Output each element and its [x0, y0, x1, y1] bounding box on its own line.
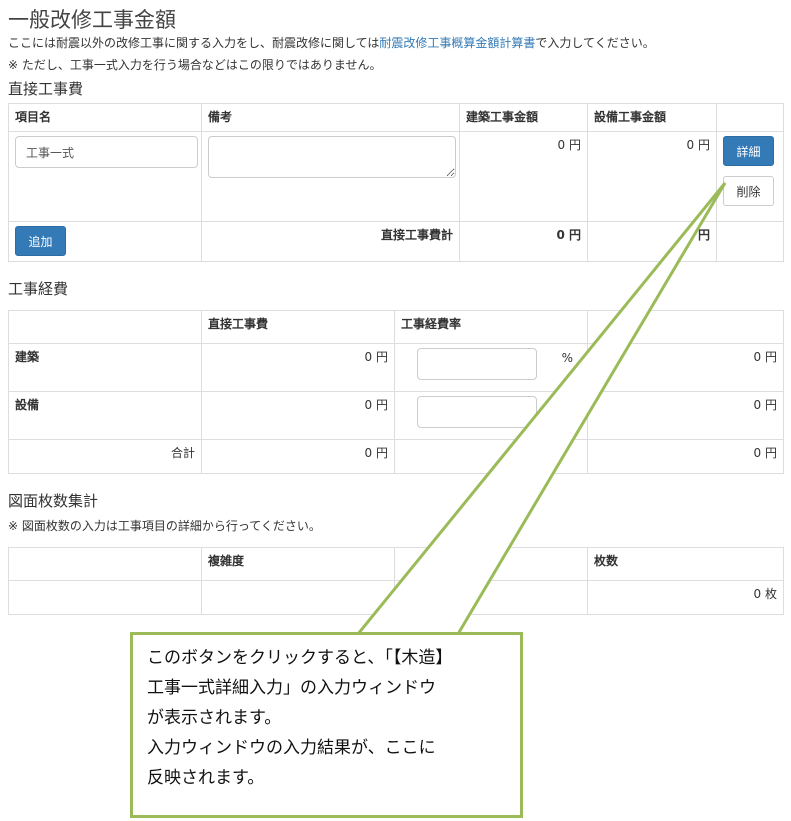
detail-button[interactable]: 詳細 — [723, 136, 774, 166]
direct-cost-total-row: 追加 直接工事費計 0 円 0 円 — [8, 221, 784, 262]
callout-box: このボタンをクリックすると、「【木造】 工事一式詳細入力」の入力ウィンドウ が表… — [130, 632, 523, 818]
seismic-calculation-link[interactable]: 耐震改修工事概算金額計算書 — [379, 36, 535, 50]
item-name-input[interactable] — [15, 136, 198, 168]
expenses-total-direct: 0 円 — [201, 439, 395, 474]
direct-cost-table: 項目名 備考 建築工事金額 設備工事金額 0 円 0 円 詳細 削除 追加 直 — [8, 103, 784, 262]
col-complexity: 複雑度 — [201, 547, 395, 581]
col-sheet-count: 枚数 — [587, 547, 784, 581]
expenses-table: 直接工事費 工事経費率 建築 0 円 % 0 円 設備 0 円 % 0 円 合計… — [8, 310, 784, 474]
callout-line: が表示されます。 — [147, 708, 282, 728]
building-expense-amount: 0 円 — [587, 343, 784, 392]
intro-note-before: ここには耐震以外の改修工事に関する入力をし、耐震改修に関しては — [8, 36, 380, 50]
drawings-note: ※ 図面枚数の入力は工事項目の詳細から行ってください。 — [8, 519, 321, 533]
delete-button[interactable]: 削除 — [723, 176, 774, 206]
sheet-count: 0 枚 — [587, 580, 784, 615]
col-remarks: 備考 — [201, 103, 460, 132]
col-empty — [8, 547, 202, 581]
intro-note: ここには耐震以外の改修工事に関する入力をし、耐震改修に関しては耐震改修工事概算金… — [8, 32, 783, 54]
col-actions — [716, 103, 784, 132]
direct-cost-total-label: 直接工事費計 — [201, 221, 460, 262]
direct-cost-header-row: 項目名 備考 建築工事金額 設備工事金額 — [8, 103, 784, 132]
col-expense-rate: 工事経費率 — [394, 310, 588, 344]
exception-note: ※ ただし、工事一式入力を行う場合などはこの限りではありません。 — [8, 58, 382, 72]
table-row: 設備 0 円 % 0 円 — [8, 391, 784, 440]
col-empty-2 — [394, 547, 588, 581]
expenses-total-amount: 0 円 — [587, 439, 784, 474]
col-equipment-amount: 設備工事金額 — [587, 103, 717, 132]
col-expense-amount — [587, 310, 784, 344]
building-amount: 0 円 — [459, 131, 588, 222]
drawings-heading: 図面枚数集計 — [8, 492, 99, 510]
equipment-amount: 0 円 — [587, 131, 717, 222]
table-row: 0 枚 — [8, 580, 784, 615]
rate-unit: % — [561, 351, 573, 365]
col-item-name: 項目名 — [8, 103, 202, 132]
equipment-rate-input[interactable] — [417, 396, 537, 428]
direct-cost-total-equipment: 0 円 — [587, 221, 717, 262]
equipment-direct-cost: 0 円 — [201, 391, 395, 440]
table-row: 0 円 0 円 詳細 削除 — [8, 131, 784, 222]
expenses-header-row: 直接工事費 工事経費率 — [8, 310, 784, 344]
expenses-total-label: 合計 — [8, 439, 202, 474]
col-direct-cost: 直接工事費 — [201, 310, 395, 344]
equipment-expense-amount: 0 円 — [587, 391, 784, 440]
table-row: 建築 0 円 % 0 円 — [8, 343, 784, 392]
callout-line: 工事一式詳細入力」の入力ウィンドウ — [147, 678, 436, 698]
direct-cost-total-building: 0 円 — [459, 221, 588, 262]
callout-line: このボタンをクリックすると、「【木造】 — [147, 648, 453, 668]
page-content: 一般改修工事金額 ここには耐震以外の改修工事に関する入力をし、耐震改修に関しては… — [8, 0, 784, 615]
col-label — [8, 310, 202, 344]
add-item-button[interactable]: 追加 — [15, 226, 66, 256]
remarks-textarea[interactable] — [208, 136, 456, 178]
row-label-equipment: 設備 — [8, 391, 202, 440]
expenses-heading: 工事経費 — [8, 280, 69, 298]
page-title: 一般改修工事金額 — [8, 8, 176, 32]
callout-line: 入力ウィンドウの入力結果が、ここに — [147, 738, 436, 758]
intro-note-after: で入力してください。 — [535, 36, 655, 50]
col-building-amount: 建築工事金額 — [459, 103, 588, 132]
drawings-table: 複雑度 枚数 0 枚 — [8, 547, 784, 615]
rate-unit: % — [561, 399, 573, 413]
expenses-total-row: 合計 0 円 0 円 — [8, 439, 784, 474]
building-rate-input[interactable] — [417, 348, 537, 380]
callout-line: 反映されます。 — [147, 768, 265, 788]
direct-cost-heading: 直接工事費 — [8, 80, 84, 98]
row-label-building: 建築 — [8, 343, 202, 392]
drawings-header-row: 複雑度 枚数 — [8, 547, 784, 581]
building-direct-cost: 0 円 — [201, 343, 395, 392]
